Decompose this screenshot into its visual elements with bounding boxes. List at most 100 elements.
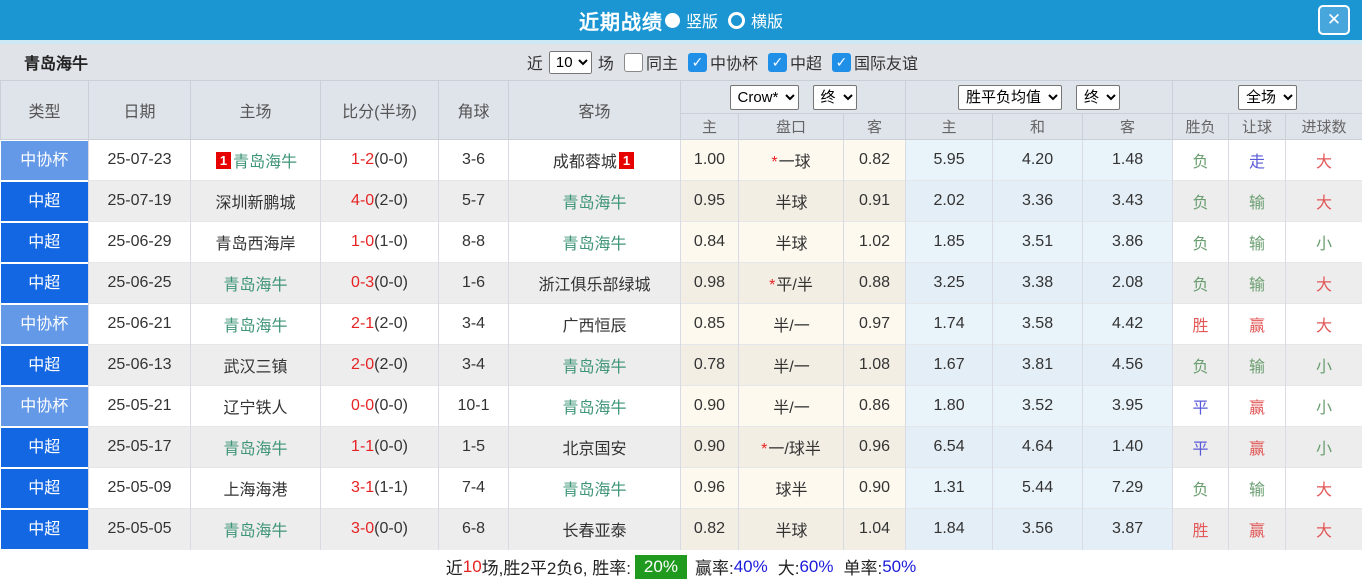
home-team-cell[interactable]: 青岛西海岸: [191, 222, 321, 263]
match-type-cell: 中超: [1, 263, 89, 304]
corners: 3-6: [439, 140, 509, 181]
away-team-cell[interactable]: 浙江俱乐部绿城: [509, 263, 681, 304]
score-cell: 1-0(1-0): [321, 222, 439, 263]
away-team-cell[interactable]: 青岛海牛: [509, 181, 681, 222]
avg-home: 1.74: [906, 304, 993, 345]
titlebar: 近期战绩 竖版 横版 ✕: [0, 0, 1362, 40]
fulltime-score: 2-0: [351, 356, 374, 373]
result-win-draw-loss: 负: [1173, 468, 1229, 509]
checkbox-1[interactable]: [624, 53, 643, 72]
bookmaker-time-select[interactable]: 终: [813, 85, 857, 110]
odds-handicap: *一/球半: [739, 427, 844, 468]
match-type-badge: 中协杯: [1, 141, 89, 180]
halftime-score: (1-0): [374, 233, 408, 250]
odds-handicap: 球半: [739, 468, 844, 509]
match-type-badge: 中超: [1, 223, 89, 262]
home-team-cell[interactable]: 青岛海牛: [191, 427, 321, 468]
subheader-result-handicap: 让球: [1229, 114, 1286, 140]
radio-selected-icon[interactable]: [665, 13, 680, 28]
away-team-cell[interactable]: 长春亚泰: [509, 509, 681, 550]
avg-draw: 3.58: [993, 304, 1083, 345]
subheader-avg-draw: 和: [993, 114, 1083, 140]
layout-radio-group: 竖版 横版: [665, 8, 783, 32]
recent-count-select[interactable]: 10: [549, 51, 592, 74]
col-header-date: 日期: [89, 81, 191, 140]
avg-type-select[interactable]: 胜平负均值: [958, 85, 1062, 110]
avg-home: 2.02: [906, 181, 993, 222]
score-cell: 2-1(2-0): [321, 304, 439, 345]
checkbox-label: 同主: [646, 50, 678, 74]
checkbox-2[interactable]: ✓: [688, 53, 707, 72]
table-row: 中超 25-05-05 青岛海牛 3-0(0-0) 6-8 长春亚泰 0.82 …: [1, 509, 1362, 550]
away-team-cell[interactable]: 青岛海牛: [509, 468, 681, 509]
odds-group-header: Crow* 终: [681, 81, 906, 114]
win-rate-badge: 20%: [635, 555, 687, 579]
match-date: 25-05-17: [89, 427, 191, 468]
away-team-cell[interactable]: 青岛海牛: [509, 222, 681, 263]
halftime-score: (0-0): [374, 438, 408, 455]
home-team-cell[interactable]: 青岛海牛: [191, 304, 321, 345]
col-header-home: 主场: [191, 81, 321, 140]
result-goals: 大: [1286, 263, 1362, 304]
corners: 3-4: [439, 345, 509, 386]
away-team-cell[interactable]: 成都蓉城1: [509, 140, 681, 181]
single-rate-value: 50%: [882, 557, 916, 577]
home-team-name: 青岛海牛: [223, 318, 287, 335]
avg-home: 1.80: [906, 386, 993, 427]
result-goals: 小: [1286, 427, 1362, 468]
result-handicap: 输: [1229, 345, 1286, 386]
avg-draw: 4.20: [993, 140, 1083, 181]
matches-label: 场: [598, 50, 614, 74]
subheader-odds-home: 主: [681, 114, 739, 140]
home-team-cell[interactable]: 上海海港: [191, 468, 321, 509]
home-team-cell[interactable]: 青岛海牛: [191, 263, 321, 304]
match-date: 25-06-13: [89, 345, 191, 386]
col-header-away: 客场: [509, 81, 681, 140]
home-team-cell[interactable]: 深圳新鹏城: [191, 181, 321, 222]
checkbox-3[interactable]: ✓: [768, 53, 787, 72]
close-icon: ✕: [1327, 10, 1341, 30]
fulltime-score: 3-0: [351, 520, 374, 537]
checkbox-4[interactable]: ✓: [832, 53, 851, 72]
scope-select[interactable]: 全场: [1238, 85, 1297, 110]
home-team-name: 辽宁铁人: [223, 400, 287, 417]
radio-vertical-label[interactable]: 竖版: [686, 8, 718, 32]
radio-unselected-icon[interactable]: [728, 12, 745, 29]
score-cell: 2-0(2-0): [321, 345, 439, 386]
table-row: 中超 25-05-09 上海海港 3-1(1-1) 7-4 青岛海牛 0.96 …: [1, 468, 1362, 509]
home-team-cell[interactable]: 1青岛海牛: [191, 140, 321, 181]
home-team-cell[interactable]: 青岛海牛: [191, 509, 321, 550]
odds-handicap: 半球: [739, 222, 844, 263]
footer-recent-label: 近: [446, 554, 463, 579]
match-date: 25-06-29: [89, 222, 191, 263]
home-team-cell[interactable]: 武汉三镇: [191, 345, 321, 386]
table-row: 中协杯 25-06-21 青岛海牛 2-1(2-0) 3-4 广西恒辰 0.85…: [1, 304, 1362, 345]
odds-away: 0.91: [844, 181, 906, 222]
result-win-draw-loss: 胜: [1173, 304, 1229, 345]
away-team-cell[interactable]: 广西恒辰: [509, 304, 681, 345]
avg-time-select[interactable]: 终: [1076, 85, 1120, 110]
fulltime-score: 1-1: [351, 438, 374, 455]
away-team-name: 青岛海牛: [562, 482, 626, 499]
handicap-text: 半球: [775, 195, 807, 212]
corners: 8-8: [439, 222, 509, 263]
table-row: 中协杯 25-05-21 辽宁铁人 0-0(0-0) 10-1 青岛海牛 0.9…: [1, 386, 1362, 427]
odds-home: 0.82: [681, 509, 739, 550]
away-team-cell[interactable]: 北京国安: [509, 427, 681, 468]
radio-horizontal-label[interactable]: 横版: [751, 8, 783, 32]
halftime-score: (1-1): [374, 479, 408, 496]
away-team-cell[interactable]: 青岛海牛: [509, 345, 681, 386]
filters: 近 10 场 同主✓中协杯✓中超✓国际友谊: [527, 50, 918, 74]
away-team-cell[interactable]: 青岛海牛: [509, 386, 681, 427]
home-team-cell[interactable]: 辽宁铁人: [191, 386, 321, 427]
result-win-draw-loss: 负: [1173, 263, 1229, 304]
corners: 6-8: [439, 509, 509, 550]
corners: 10-1: [439, 386, 509, 427]
result-goals: 大: [1286, 140, 1362, 181]
avg-draw: 3.56: [993, 509, 1083, 550]
away-team-name: 北京国安: [562, 441, 626, 458]
home-team-name: 上海海港: [223, 482, 287, 499]
result-win-draw-loss: 负: [1173, 181, 1229, 222]
bookmaker-select[interactable]: Crow*: [730, 85, 799, 110]
close-button[interactable]: ✕: [1318, 5, 1350, 35]
